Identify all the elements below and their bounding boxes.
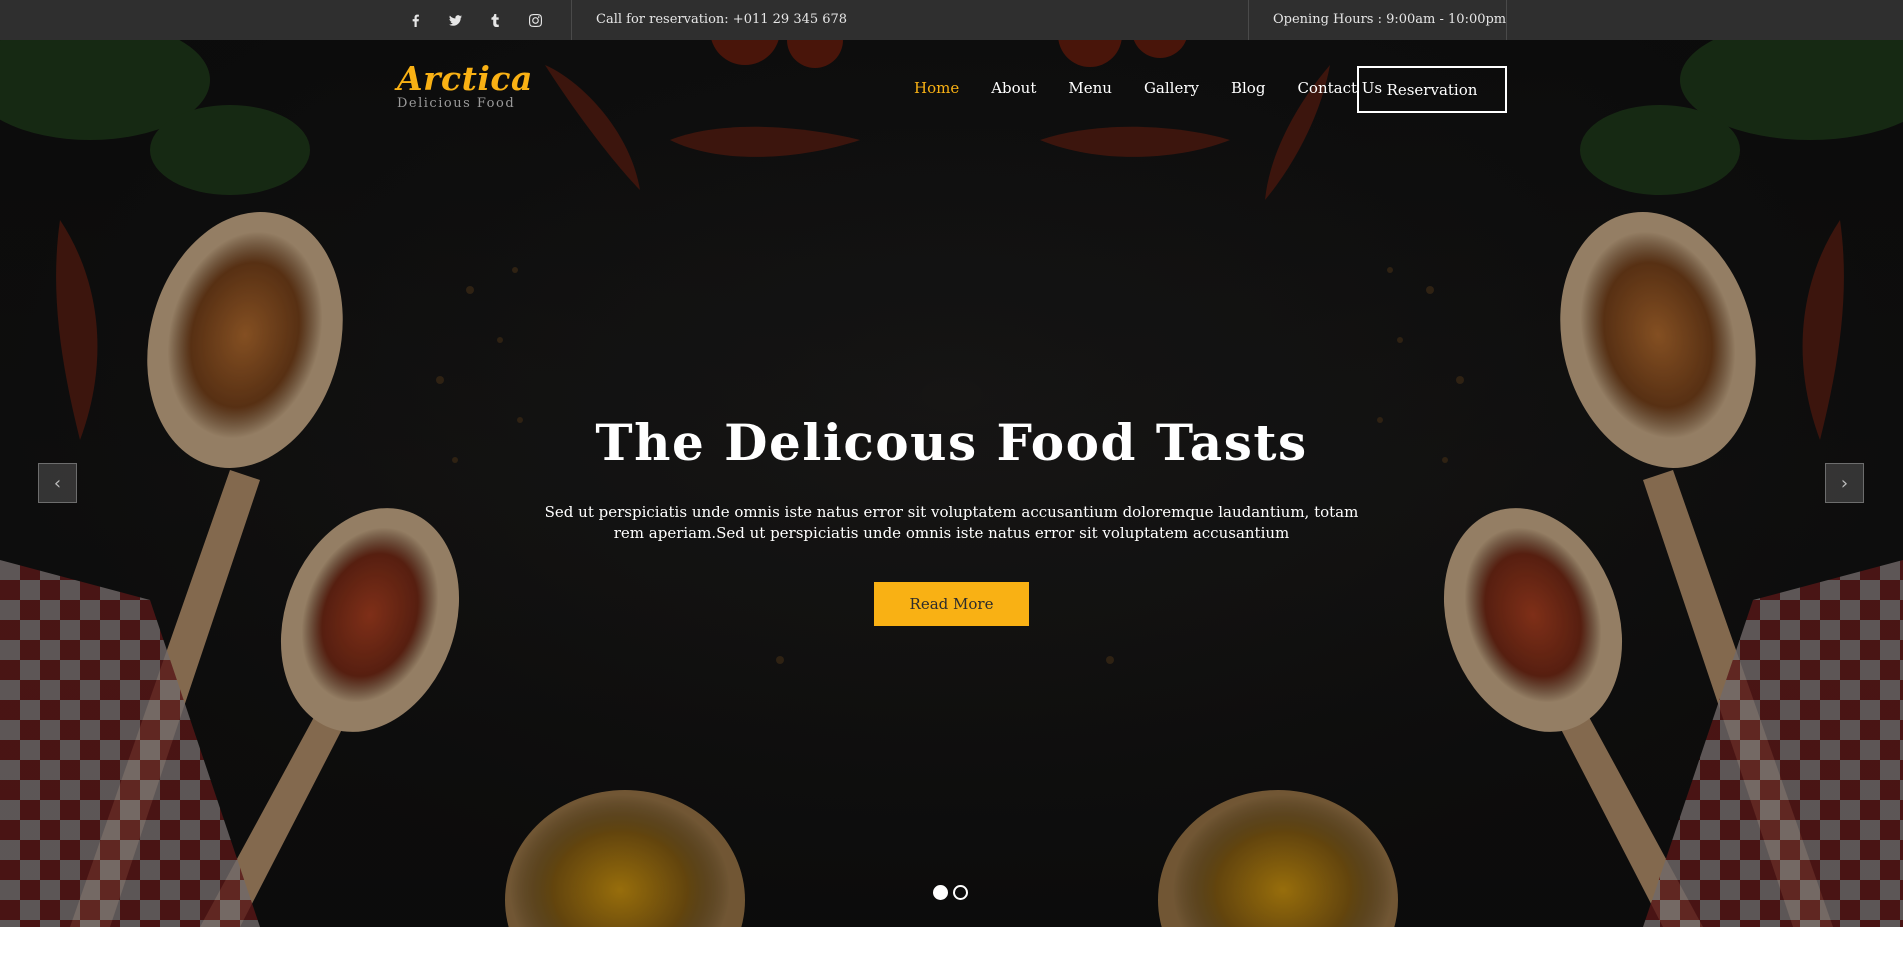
main-nav: Home About Menu Gallery Blog Contact Us bbox=[914, 78, 1382, 98]
divider bbox=[571, 0, 572, 40]
slider-dot-1[interactable] bbox=[933, 885, 948, 900]
reservation-phone: Call for reservation: +011 29 345 678 bbox=[596, 12, 848, 27]
read-more-button[interactable]: Read More bbox=[874, 582, 1029, 626]
nav-home[interactable]: Home bbox=[914, 78, 959, 98]
nav-gallery[interactable]: Gallery bbox=[1144, 78, 1199, 98]
hero-title: The Delicous Food Tasts bbox=[595, 413, 1308, 472]
divider bbox=[1506, 0, 1507, 40]
reservation-button[interactable]: Reservation bbox=[1357, 66, 1507, 113]
twitter-link[interactable] bbox=[440, 5, 470, 35]
instagram-link[interactable] bbox=[520, 5, 550, 35]
chevron-right-icon: › bbox=[1840, 472, 1849, 494]
instagram-icon bbox=[528, 13, 542, 27]
twitter-icon bbox=[448, 14, 462, 26]
hero-description: Sed ut perspiciatis unde omnis iste natu… bbox=[544, 503, 1359, 542]
top-bar: Call for reservation: +011 29 345 678 Op… bbox=[0, 0, 1903, 40]
slider-pagination bbox=[933, 885, 968, 900]
nav-blog[interactable]: Blog bbox=[1231, 78, 1265, 98]
hero-slider: Arctica Delicious Food Home About Menu G… bbox=[0, 40, 1903, 927]
site-logo[interactable]: Arctica Delicious Food bbox=[397, 59, 533, 112]
logo-name: Arctica bbox=[397, 59, 533, 98]
facebook-icon bbox=[412, 14, 419, 27]
facebook-link[interactable] bbox=[400, 5, 430, 35]
nav-menu[interactable]: Menu bbox=[1068, 78, 1112, 98]
slider-next-button[interactable]: › bbox=[1825, 463, 1864, 503]
opening-hours: Opening Hours : 9:00am - 10:00pm bbox=[1273, 12, 1507, 27]
social-links bbox=[400, 0, 550, 40]
tumblr-link[interactable] bbox=[480, 5, 510, 35]
slider-dot-2[interactable] bbox=[953, 885, 968, 900]
slider-prev-button[interactable]: ‹ bbox=[38, 463, 77, 503]
divider bbox=[1248, 0, 1249, 40]
tumblr-icon bbox=[490, 13, 499, 27]
chevron-left-icon: ‹ bbox=[53, 472, 62, 494]
logo-tagline: Delicious Food bbox=[397, 96, 516, 111]
hero-overlay bbox=[0, 40, 1903, 927]
nav-about[interactable]: About bbox=[991, 78, 1036, 98]
